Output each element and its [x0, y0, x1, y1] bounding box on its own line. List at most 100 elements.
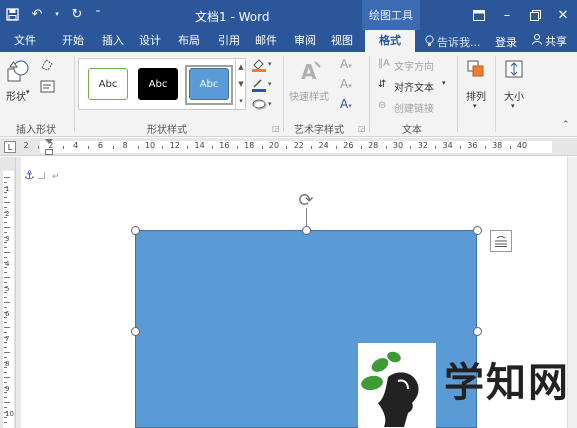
style-sample-2[interactable]: Abc — [138, 68, 178, 100]
shape-fill-icon[interactable]: ▾ — [251, 57, 273, 75]
vruler-tick — [4, 177, 10, 178]
ribbon-tabs: 文件 开始 插入 设计 布局 引用 邮件 审阅 视图 格式 告诉我... 登录 … — [0, 30, 577, 52]
style-sample-3[interactable]: Abc — [189, 68, 229, 100]
share-button[interactable]: 共享 — [528, 32, 571, 50]
vruler-tick — [4, 297, 7, 298]
sign-in-link[interactable]: 登录 — [495, 34, 517, 50]
vruler-tick — [4, 352, 10, 353]
ruler-tick-label: 14 — [194, 141, 205, 150]
style-sample-1[interactable]: Abc — [88, 68, 128, 100]
tab-format[interactable]: 格式 — [365, 30, 415, 52]
ruler-tick-label: 4 — [73, 141, 79, 150]
tab-file[interactable]: 文件 — [10, 30, 40, 52]
tab-home[interactable]: 开始 — [58, 30, 88, 52]
shapes-icon[interactable] — [6, 58, 32, 87]
vruler-tick-label: 2 — [5, 210, 10, 218]
watermark-logo — [358, 343, 436, 428]
resize-handle-top-right[interactable] — [473, 226, 482, 235]
shapes-button[interactable]: 形状 — [6, 88, 26, 103]
vruler-tick — [4, 227, 10, 228]
dialog-launcher-icon[interactable]: ◲ — [358, 124, 366, 133]
resize-handle-right[interactable] — [473, 327, 482, 336]
align-text-button[interactable]: 对齐文本 — [394, 79, 434, 94]
chevron-up-icon[interactable]: ▲ — [238, 63, 243, 71]
resize-handle-top[interactable] — [302, 226, 311, 235]
quick-styles-icon[interactable]: A — [298, 58, 324, 87]
link-icon: ⊖ — [378, 100, 387, 111]
ribbon-display-icon[interactable] — [465, 0, 493, 30]
vruler-tick-label: 5 — [5, 285, 10, 293]
left-indent-marker[interactable] — [45, 149, 53, 155]
vruler-tick — [4, 257, 7, 258]
drawing-tools-context-tab: 绘图工具 — [362, 0, 420, 30]
undo-icon[interactable]: ↶ — [29, 5, 45, 23]
resize-handle-top-left[interactable] — [131, 226, 140, 235]
edit-shape-icon[interactable] — [40, 58, 56, 75]
tab-insert[interactable]: 插入 — [98, 30, 128, 52]
size-icon — [504, 59, 524, 82]
vruler-tick — [4, 277, 10, 278]
text-fill-icon[interactable]: A▾ — [340, 57, 352, 71]
save-icon[interactable] — [4, 5, 20, 23]
vertical-ruler: 1 2 3 4 5 6 7 8 9 10 — [0, 157, 16, 428]
dialog-launcher-icon[interactable]: ◲ — [272, 124, 280, 133]
chevron-down-icon[interactable]: ▾ — [54, 5, 60, 23]
watermark-text: 学知网 — [444, 360, 570, 406]
customize-icon[interactable]: ⁼ — [94, 5, 102, 23]
text-outline-icon[interactable]: A▾ — [340, 77, 352, 91]
ruler-minor-tick — [63, 146, 65, 149]
align-text-icon: ⇵ — [378, 79, 387, 90]
text-box-icon[interactable] — [40, 80, 56, 96]
window-controls: – ✕ — [465, 0, 577, 30]
ruler-tick-label: 6 — [97, 141, 103, 150]
quick-styles-button[interactable]: 快速样式 — [289, 88, 329, 103]
first-line-indent-marker[interactable] — [45, 139, 53, 144]
gallery-scroll[interactable]: ▲ ▼ ▾ — [235, 58, 246, 110]
text-direction-button[interactable]: 文字方向 — [394, 58, 434, 73]
anchor-icon[interactable]: ⚓ — [24, 168, 35, 182]
ribbon: 形状 ▾ 插入形状 Abc Abc Abc ▲ ▼ ▾ ▾ ▾ ▾ 形状样式 ◲… — [0, 52, 577, 137]
tab-layout[interactable]: 布局 — [174, 30, 204, 52]
tab-design[interactable]: 设计 — [135, 30, 165, 52]
create-link-button[interactable]: 创建链接 — [394, 100, 434, 115]
rotate-handle-icon[interactable]: ⟳ — [296, 191, 316, 211]
resize-handle-left[interactable] — [131, 327, 140, 336]
chevron-down-icon[interactable]: ▾ — [26, 88, 30, 96]
ruler-minor-tick — [460, 146, 461, 149]
ruler-tick-label: 16 — [219, 141, 230, 150]
layout-options-icon[interactable] — [490, 230, 512, 252]
vruler-tick — [4, 272, 7, 273]
redo-icon[interactable]: ↻ — [69, 5, 85, 23]
tab-review[interactable]: 审阅 — [290, 30, 320, 52]
ruler-tick-label: 38 — [492, 141, 503, 150]
text-effects-icon[interactable]: A▾ — [340, 97, 352, 111]
collapse-ribbon-icon[interactable]: ⌃ — [562, 120, 570, 130]
more-icon[interactable]: ▾ — [239, 97, 243, 105]
ruler-minor-tick — [410, 146, 412, 149]
vruler-tick-label: 4 — [5, 260, 10, 268]
chevron-down-icon[interactable]: ▾ — [442, 79, 446, 87]
chevron-down-icon: ▾ — [473, 102, 477, 110]
tell-me-text: 告诉我... — [437, 36, 481, 49]
tab-references[interactable]: 引用 — [214, 30, 244, 52]
document-title: 文档1 - Word — [195, 10, 270, 24]
text-group-label: 文本 — [402, 125, 422, 136]
ruler-tick-label: 34 — [442, 141, 453, 150]
vruler-tick — [4, 222, 7, 223]
shape-effects-icon[interactable]: ▾ — [251, 97, 273, 114]
close-icon[interactable]: ✕ — [549, 0, 577, 30]
restore-icon[interactable] — [521, 0, 549, 30]
svg-text:▾: ▾ — [268, 100, 272, 108]
tell-me-box[interactable]: 告诉我... — [425, 34, 481, 50]
ruler-tick-label: 10 — [144, 141, 156, 150]
tab-mailings[interactable]: 邮件 — [251, 30, 281, 52]
minimize-icon[interactable]: – — [493, 0, 521, 30]
ruler-tick-label: 2 — [23, 141, 29, 150]
ruler-minor-tick — [286, 146, 288, 149]
tab-selector[interactable]: L — [4, 141, 16, 153]
chevron-down-icon[interactable]: ▼ — [238, 80, 243, 88]
shape-outline-icon[interactable]: ▾ — [251, 77, 273, 95]
svg-text:▾: ▾ — [268, 80, 272, 88]
ruler-minor-tick — [38, 146, 40, 149]
tab-view[interactable]: 视图 — [327, 30, 357, 52]
